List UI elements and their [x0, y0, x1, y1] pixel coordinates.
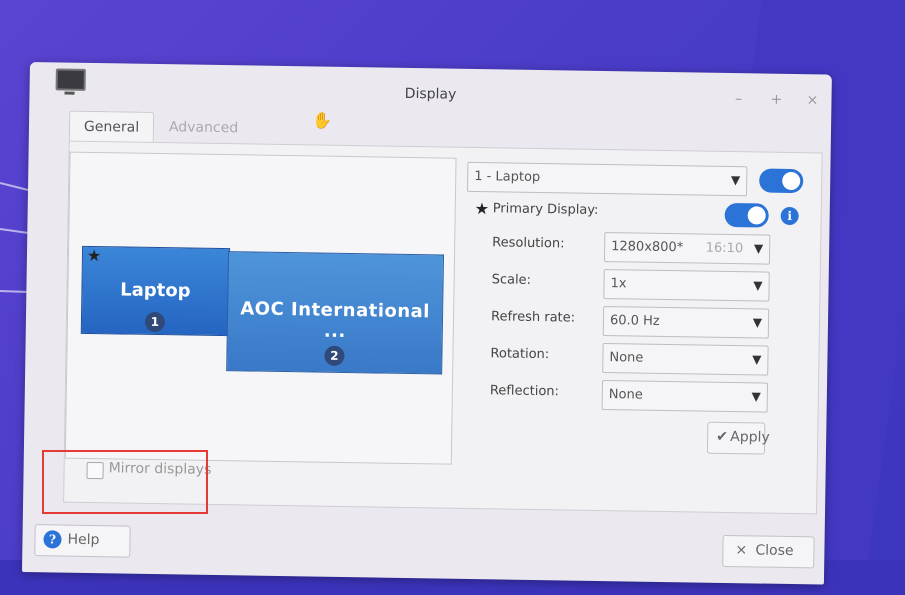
monitor-name: AOC International ... — [240, 298, 431, 342]
primary-star-icon: ★ — [474, 199, 490, 219]
resolution-label: Resolution: — [492, 235, 565, 252]
chevron-down-icon: ▼ — [753, 278, 763, 293]
scale-select[interactable]: 1x ▼ — [603, 269, 770, 302]
tab-general[interactable]: General — [68, 110, 155, 143]
apply-button[interactable]: ✔ Apply — [706, 421, 770, 455]
chevron-down-icon: ▼ — [752, 315, 763, 330]
resolution-select[interactable]: 1280x800* 16:10 ▼ — [603, 232, 771, 265]
monitor-laptop[interactable]: ★ Laptop 1 — [80, 245, 231, 337]
reflection-select[interactable]: None ▼ — [601, 380, 769, 413]
rotation-select[interactable]: None ▼ — [602, 343, 769, 376]
title-bar[interactable]: Display – + × — [29, 62, 832, 115]
minimize-button[interactable]: – — [729, 91, 747, 107]
scale-label: Scale: — [491, 272, 532, 288]
annotation-highlight-box — [42, 450, 208, 514]
monitor-aoc[interactable]: AOC International ... 2 — [226, 251, 445, 375]
close-icon: × — [735, 542, 748, 559]
display-layout-canvas[interactable]: ★ Laptop 1 AOC International ... 2 — [64, 151, 457, 465]
info-icon[interactable]: i — [780, 206, 799, 226]
primary-display-label: Primary Display: — [492, 201, 599, 218]
rotation-value: None — [609, 350, 644, 366]
close-window-button[interactable]: × — [803, 92, 821, 108]
monitor-number-badge: 2 — [324, 345, 345, 366]
hand-cursor-icon: ✋ — [311, 110, 333, 130]
display-enable-toggle[interactable] — [759, 168, 804, 194]
refresh-rate-label: Refresh rate: — [490, 309, 576, 326]
help-label: Help — [67, 531, 100, 549]
monitor-number-badge: 1 — [144, 311, 166, 333]
reflection-label: Reflection: — [489, 383, 560, 400]
apply-label: Apply — [730, 429, 770, 446]
primary-display-toggle[interactable] — [724, 202, 769, 228]
refresh-rate-value: 60.0 Hz — [609, 313, 660, 329]
help-button[interactable]: ? Help — [34, 524, 131, 558]
close-label: Close — [755, 542, 794, 560]
chevron-down-icon: ▼ — [753, 241, 764, 256]
refresh-rate-select[interactable]: 60.0 Hz ▼ — [602, 306, 770, 339]
close-button[interactable]: × Close — [722, 534, 815, 569]
help-icon: ? — [43, 530, 62, 549]
resolution-value: 1280x800* — [611, 239, 684, 256]
aspect-ratio: 16:10 — [705, 240, 744, 257]
rotation-label: Rotation: — [490, 346, 550, 363]
tab-advanced[interactable]: Advanced — [155, 112, 253, 144]
maximize-button[interactable]: + — [767, 92, 785, 108]
reflection-value: None — [608, 387, 643, 403]
window-title: Display — [404, 85, 457, 103]
chevron-down-icon: ▼ — [751, 389, 761, 404]
monitor-name: Laptop — [120, 279, 191, 302]
display-select[interactable]: 1 - Laptop ▼ — [467, 161, 748, 197]
display-select-value: 1 - Laptop — [474, 168, 541, 186]
chevron-down-icon: ▼ — [730, 173, 741, 188]
scale-value: 1x — [610, 276, 627, 292]
chevron-down-icon: ▼ — [752, 352, 762, 367]
checkmark-icon: ✔ — [716, 428, 729, 446]
primary-star-icon: ★ — [86, 245, 102, 266]
